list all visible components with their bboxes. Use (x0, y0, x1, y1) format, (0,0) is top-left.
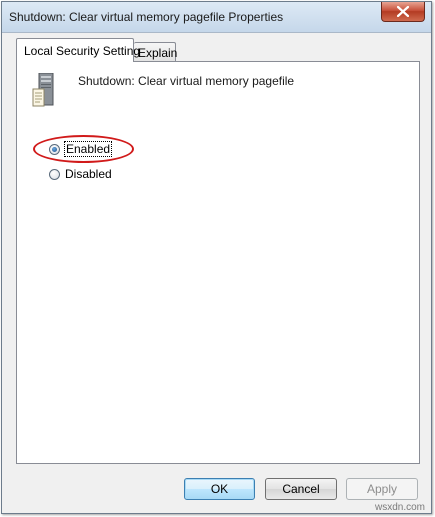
policy-name: Shutdown: Clear virtual memory pagefile (78, 74, 295, 88)
close-icon (397, 6, 409, 17)
enabled-label[interactable]: Enabled (63, 141, 113, 157)
ok-button[interactable]: OK (184, 478, 255, 500)
disabled-option[interactable]: Disabled (49, 166, 112, 182)
close-button[interactable] (381, 2, 425, 22)
disabled-label[interactable]: Disabled (65, 167, 112, 181)
server-computer-icon (32, 73, 54, 107)
tab-explain[interactable]: Explain (134, 42, 177, 62)
title-bar[interactable]: Shutdown: Clear virtual memory pagefile … (2, 2, 431, 33)
enabled-option[interactable]: Enabled (49, 141, 113, 157)
tab-panel: Shutdown: Clear virtual memory pagefile … (16, 61, 420, 464)
tab-local-security-setting[interactable]: Local Security Setting (16, 38, 140, 62)
properties-dialog: Shutdown: Clear virtual memory pagefile … (1, 1, 432, 514)
watermark: wsxdn.com (375, 502, 426, 513)
apply-button[interactable]: Apply (346, 478, 418, 500)
disabled-radio[interactable] (49, 168, 60, 180)
enabled-radio[interactable] (49, 143, 60, 155)
window-title: Shutdown: Clear virtual memory pagefile … (9, 10, 284, 24)
cancel-button[interactable]: Cancel (265, 478, 337, 500)
